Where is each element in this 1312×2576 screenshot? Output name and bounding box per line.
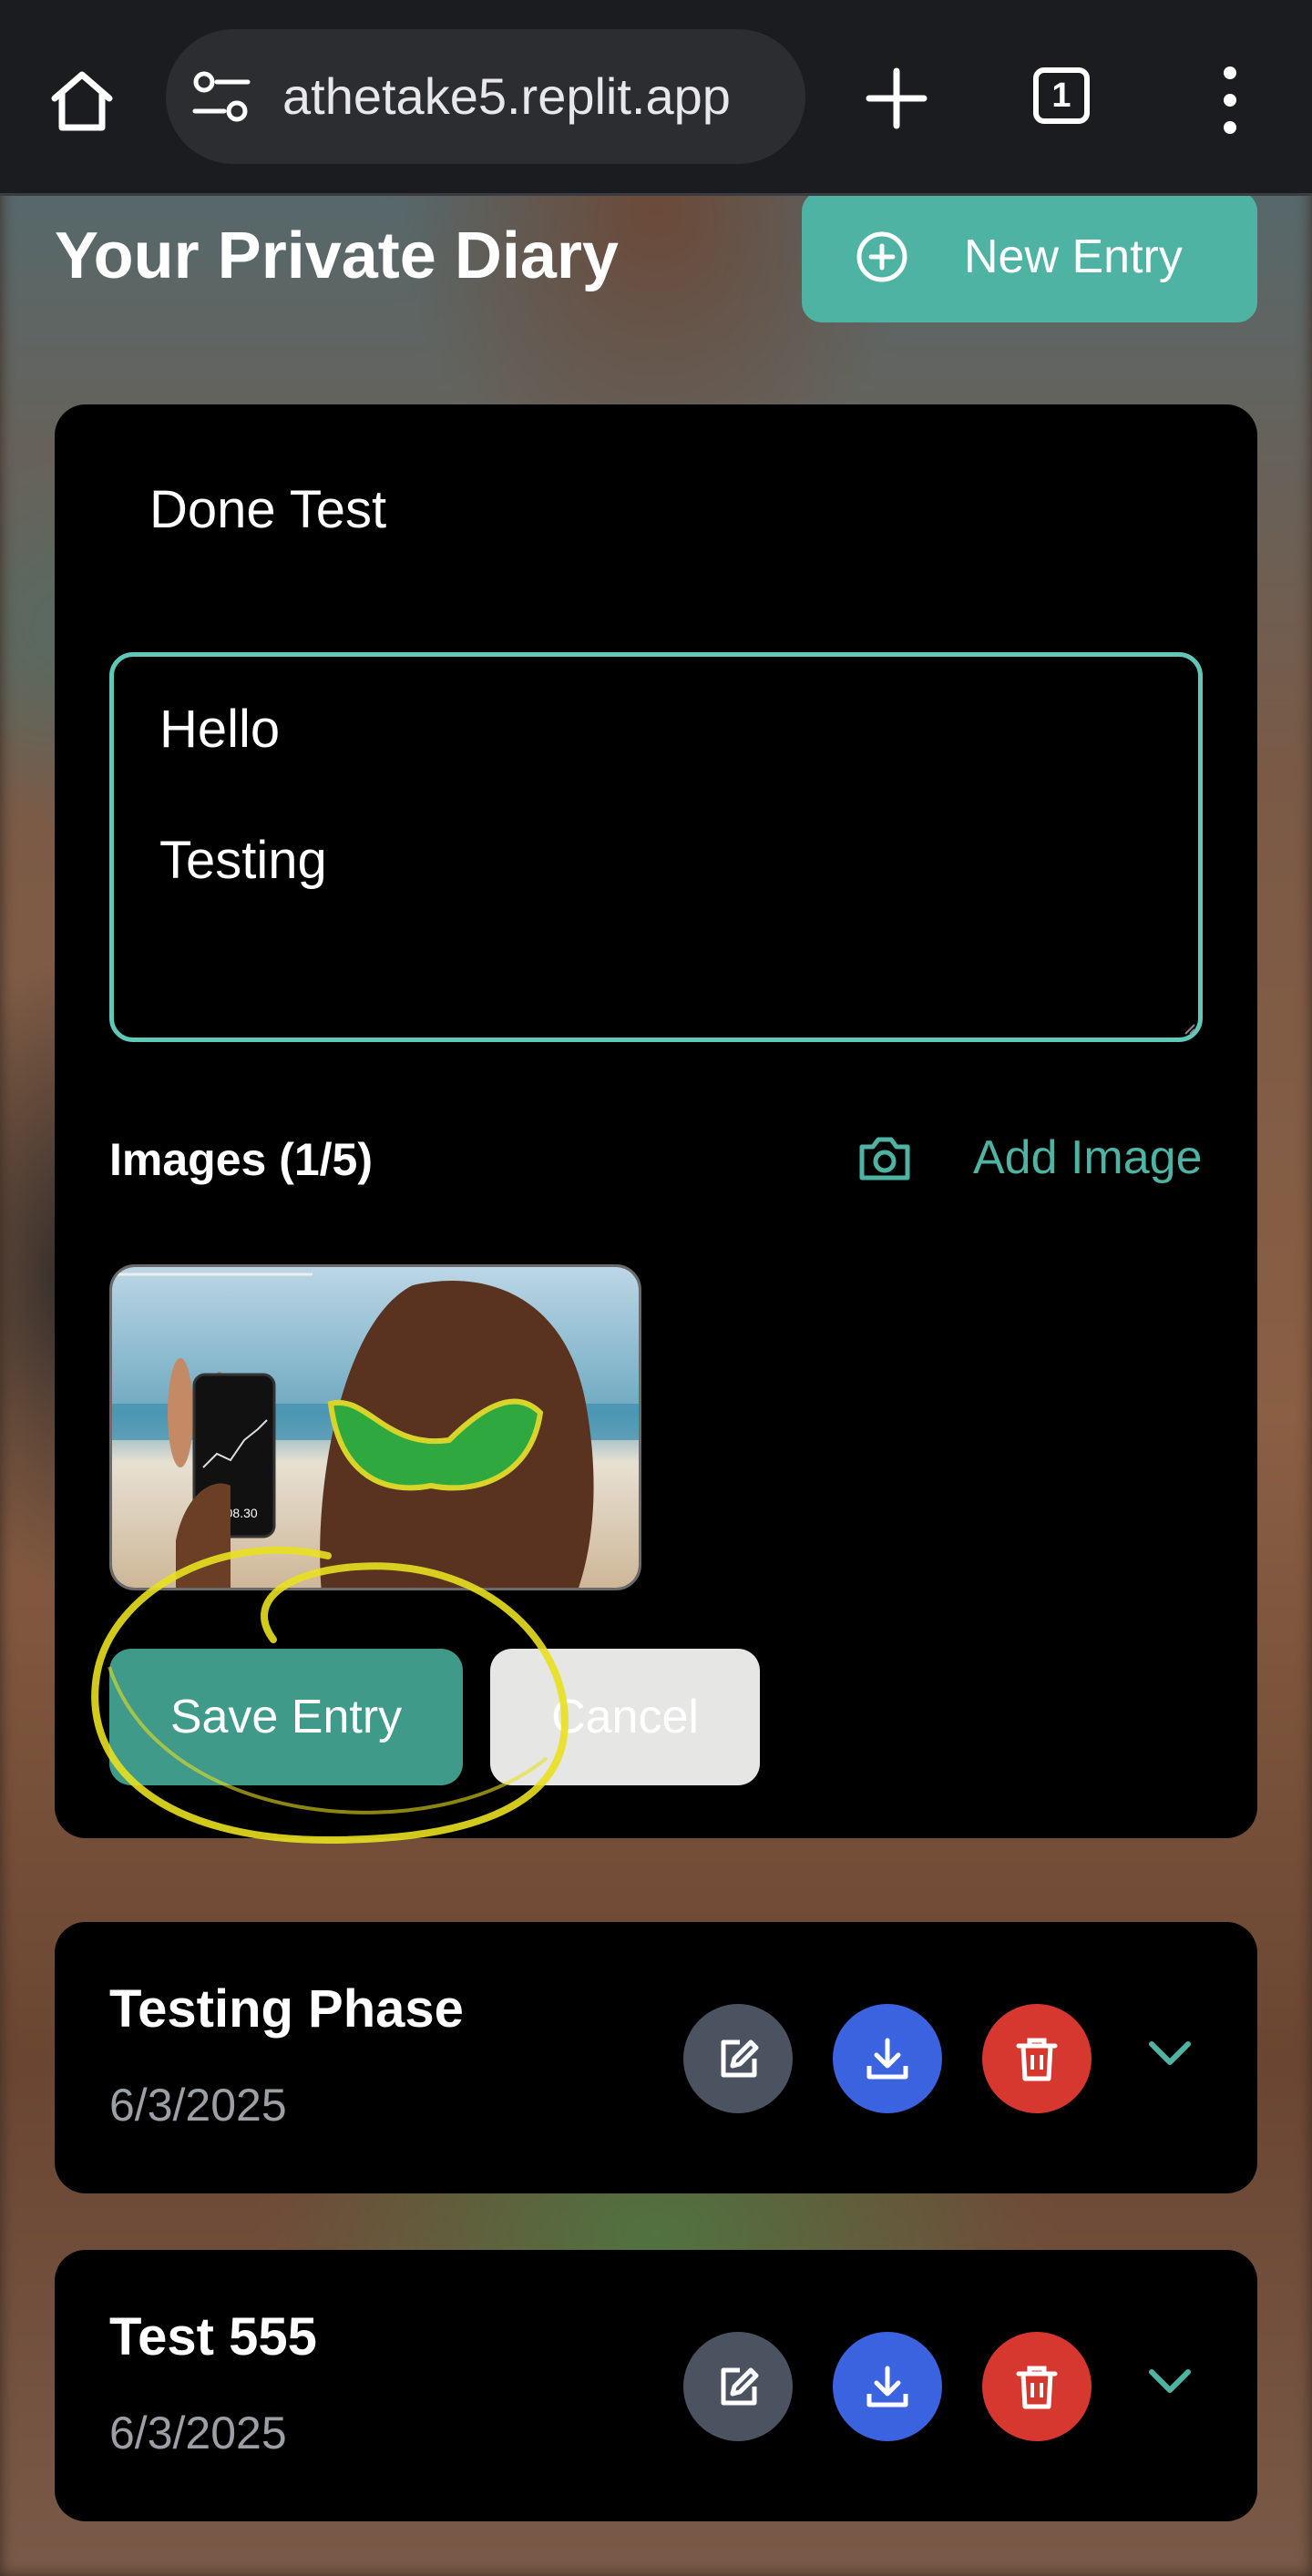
entry-title: Testing Phase <box>109 1979 464 2039</box>
content-line: Testing <box>159 831 327 890</box>
entry-editor-card: Hello Testing Images (1/5) Add Image <box>55 404 1257 1838</box>
address-bar[interactable]: athetake5.replit.app <box>166 29 805 164</box>
home-icon[interactable] <box>46 64 118 137</box>
camera-icon <box>859 1137 910 1181</box>
plus-circle-icon <box>856 231 907 282</box>
new-entry-button[interactable]: New Entry <box>802 191 1257 322</box>
trash-icon <box>1016 2366 1058 2409</box>
resize-handle-icon[interactable] <box>1184 1023 1196 1036</box>
delete-button[interactable] <box>982 2332 1092 2441</box>
chevron-down-icon[interactable] <box>1144 2035 1195 2071</box>
add-image-button[interactable]: Add Image <box>856 1124 1203 1191</box>
add-image-label: Add Image <box>973 1131 1203 1184</box>
entry-date: 6/3/2025 <box>109 2407 287 2458</box>
save-entry-button[interactable]: Save Entry <box>109 1649 463 1785</box>
trash-icon <box>1016 2038 1058 2081</box>
download-button[interactable] <box>833 2004 942 2113</box>
image-thumbnail[interactable]: +1,008.30 <box>109 1264 641 1590</box>
download-icon <box>866 2038 908 2080</box>
entry-card[interactable]: Test 555 6/3/2025 <box>55 2250 1257 2521</box>
images-count-label: Images (1/5) <box>109 1134 374 1185</box>
new-tab-icon[interactable] <box>862 64 931 133</box>
cancel-button[interactable]: Cancel <box>490 1649 760 1785</box>
content-line <box>159 762 1198 828</box>
entry-date: 6/3/2025 <box>109 2080 287 2131</box>
tab-count-icon[interactable]: 1 <box>1033 67 1090 124</box>
new-entry-label: New Entry <box>964 230 1183 283</box>
url-text[interactable]: athetake5.replit.app <box>282 66 731 128</box>
entry-title-input[interactable] <box>149 479 1061 540</box>
entry-card[interactable]: Testing Phase 6/3/2025 <box>55 1922 1257 2193</box>
browser-toolbar: athetake5.replit.app 1 <box>0 0 1312 196</box>
content-line: Hello <box>159 700 281 759</box>
page-title: Your Private Diary <box>55 220 619 292</box>
edit-icon <box>721 2039 759 2078</box>
thumbnail-photo: +1,008.30 <box>112 1267 639 1588</box>
delete-button[interactable] <box>982 2004 1092 2113</box>
edit-button[interactable] <box>683 2332 793 2441</box>
entry-title: Test 555 <box>109 2307 317 2366</box>
edit-button[interactable] <box>683 2004 793 2113</box>
download-icon <box>866 2366 908 2407</box>
edit-icon <box>721 2367 759 2406</box>
entry-content-textarea[interactable]: Hello Testing <box>109 652 1203 1042</box>
download-button[interactable] <box>833 2332 942 2441</box>
chevron-down-icon[interactable] <box>1144 2363 1195 2399</box>
site-settings-icon[interactable] <box>191 69 251 124</box>
more-menu-icon[interactable] <box>1212 64 1248 137</box>
